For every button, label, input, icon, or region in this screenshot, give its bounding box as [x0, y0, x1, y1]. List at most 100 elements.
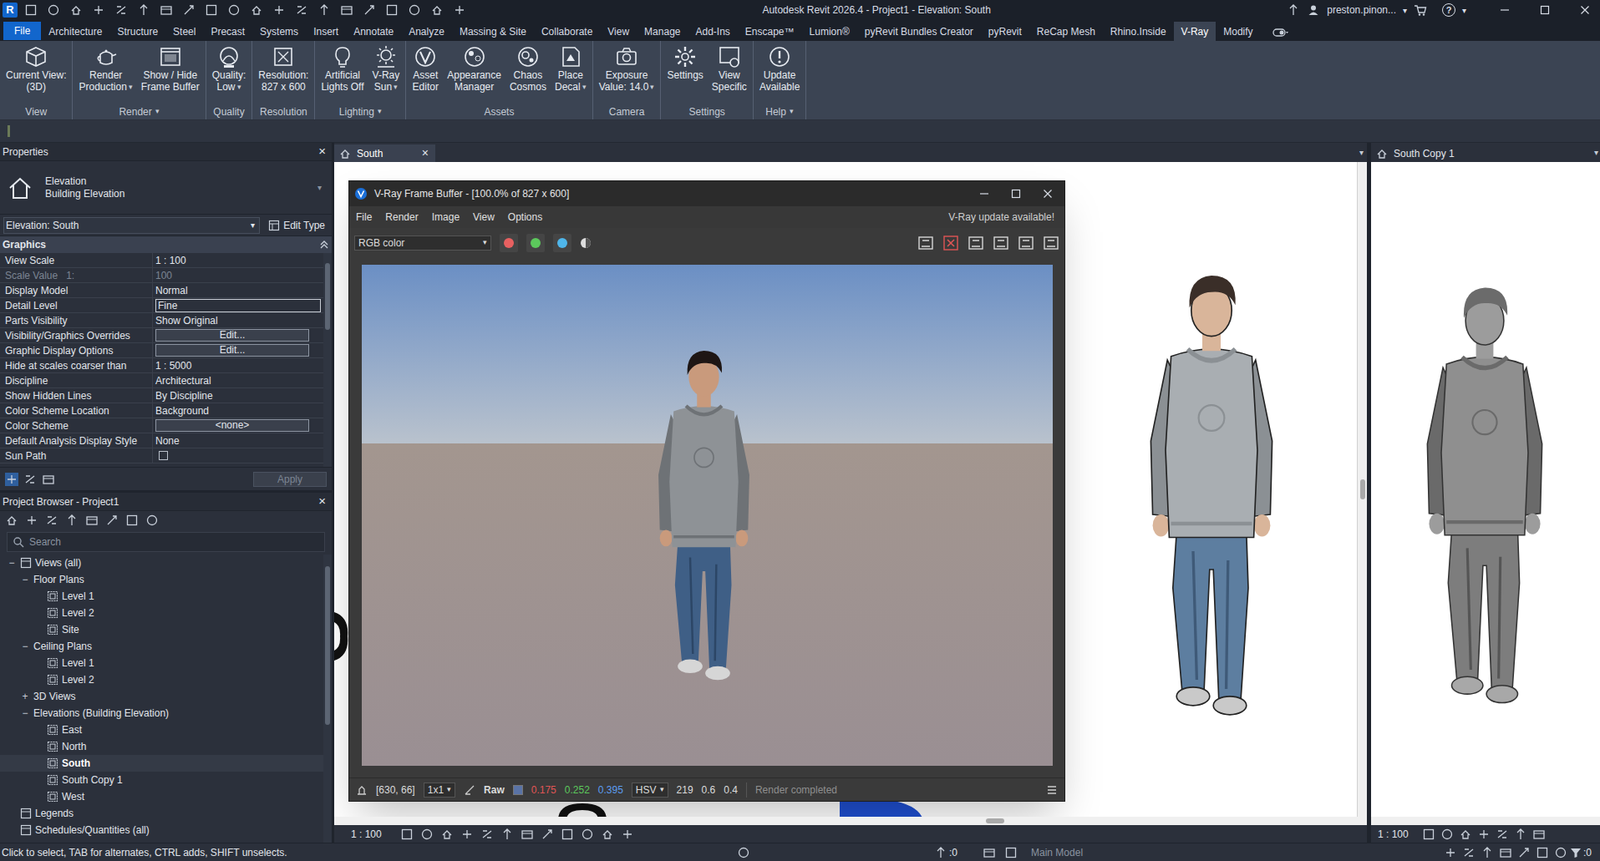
- render-icon[interactable]: [1042, 234, 1060, 252]
- search-box[interactable]: [6, 532, 326, 553]
- view-control-icon[interactable]: [500, 827, 514, 842]
- ribbon-tab-label[interactable]: pyRevit: [988, 24, 1022, 40]
- view-control-icon[interactable]: [1532, 827, 1546, 842]
- quick-access-tool-icon[interactable]: [407, 3, 422, 17]
- selection-filter-icon[interactable]: [1443, 846, 1458, 860]
- view-scale[interactable]: 1 : 100: [350, 827, 382, 843]
- panel-caret[interactable]: ▾: [155, 106, 160, 118]
- vertical-scrollbar[interactable]: [1356, 162, 1367, 818]
- ribbon-button[interactable]: Show / HideFrame Buffer: [137, 44, 204, 93]
- tree-item[interactable]: Level 1: [0, 655, 324, 672]
- ribbon-tab-body[interactable]: Collaborate: [533, 21, 600, 41]
- view-control-icon[interactable]: [560, 827, 574, 842]
- tree-item[interactable]: −Views (all): [0, 554, 324, 572]
- ribbon-tab-label[interactable]: Modify: [1223, 24, 1253, 40]
- ribbon-toggle-icon[interactable]: [1270, 24, 1290, 41]
- sphere-icon[interactable]: [216, 44, 242, 70]
- dropdown-caret[interactable]: ▾: [660, 784, 665, 797]
- dropdown-caret[interactable]: ▾: [446, 784, 452, 797]
- resolution-icon[interactable]: [270, 44, 296, 70]
- ribbon-tab[interactable]: pyRevit Bundles Creator: [857, 21, 981, 41]
- close-button[interactable]: ×: [314, 492, 330, 512]
- ribbon-tab-label[interactable]: Massing & Site: [459, 24, 527, 40]
- mono-icon[interactable]: [579, 237, 592, 249]
- tree-item[interactable]: −Floor Plans: [0, 571, 324, 589]
- person-figure[interactable]: [1397, 249, 1572, 743]
- property-value[interactable]: Fine: [152, 298, 324, 313]
- collapse-icon[interactable]: [319, 239, 330, 250]
- eyedropper-icon[interactable]: [463, 784, 476, 797]
- ribbon-tab[interactable]: Systems: [252, 21, 306, 41]
- ribbon-tab[interactable]: Precast: [203, 21, 253, 41]
- group-header[interactable]: Graphics: [0, 236, 332, 254]
- view-specific-icon[interactable]: [716, 44, 742, 70]
- ribbon-tab-label[interactable]: Rhino.Inside: [1110, 24, 1167, 40]
- view-scale[interactable]: 1 : 100: [1377, 827, 1409, 843]
- button-caret[interactable]: ▾: [393, 81, 398, 93]
- type-caret[interactable]: ▾: [317, 181, 327, 194]
- ribbon-button[interactable]: Quality:Low▾: [208, 44, 250, 93]
- quick-access-tool-icon[interactable]: [114, 3, 128, 17]
- ribbon-tab-label[interactable]: pyRevit Bundles Creator: [864, 24, 974, 40]
- property-button[interactable]: <none>: [155, 419, 310, 432]
- browser-tool-icon[interactable]: [65, 513, 79, 528]
- ribbon-tab-label[interactable]: File: [14, 23, 31, 39]
- browser-tool-icon[interactable]: [45, 513, 59, 528]
- property-button[interactable]: Edit...: [155, 344, 310, 357]
- update-notice[interactable]: V-Ray update available!: [948, 209, 1058, 225]
- ribbon-tab[interactable]: Collaborate: [533, 21, 600, 41]
- view-control-icon[interactable]: [580, 827, 595, 842]
- tree-item[interactable]: Legends: [0, 805, 324, 823]
- search-input[interactable]: [29, 534, 320, 550]
- quick-access-tool-icon[interactable]: [69, 3, 83, 17]
- ribbon-tab[interactable]: pyRevit: [980, 21, 1030, 41]
- property-value[interactable]: Edit...: [152, 343, 324, 358]
- view-control-icon[interactable]: [1440, 827, 1454, 842]
- decal-icon[interactable]: [558, 44, 584, 70]
- view-tab[interactable]: South×: [334, 144, 436, 163]
- design-option-icon[interactable]: [1004, 846, 1018, 860]
- tree-toggle[interactable]: −: [6, 555, 17, 571]
- scroll-thumb[interactable]: [1360, 479, 1366, 500]
- menu-item[interactable]: Render: [385, 209, 418, 225]
- ribbon-tab[interactable]: Lumion®: [802, 21, 858, 41]
- scrollbar[interactable]: [323, 554, 332, 844]
- ribbon-button[interactable]: ViewSpecific: [708, 44, 751, 93]
- minimize-icon[interactable]: [1498, 3, 1512, 17]
- view-tab-close[interactable]: ×: [419, 144, 432, 163]
- browser-tool-icon[interactable]: [105, 513, 119, 528]
- menu-item[interactable]: Options: [507, 209, 543, 225]
- help-button[interactable]: ?: [1442, 3, 1456, 17]
- ribbon-tab-label[interactable]: Collaborate: [541, 24, 593, 40]
- editable-icon[interactable]: [982, 846, 996, 860]
- teapot-icon[interactable]: [93, 44, 119, 70]
- ribbon-tab[interactable]: Analyze: [401, 21, 453, 41]
- ribbon-button[interactable]: PlaceDecal▾: [551, 44, 590, 93]
- ribbon-tab[interactable]: V-Ray: [1173, 21, 1217, 41]
- tree-item[interactable]: −Elevations (Building Elevation): [0, 705, 324, 722]
- tree-item[interactable]: East: [0, 721, 324, 739]
- view-control-icon[interactable]: [540, 827, 554, 842]
- ribbon-button[interactable]: ExposureValue: 14.0▾: [595, 44, 659, 93]
- worksets-icon[interactable]: [736, 846, 751, 860]
- spheres-icon[interactable]: [462, 44, 488, 70]
- quick-access-tool-icon[interactable]: [340, 3, 354, 17]
- tree-item[interactable]: Site: [0, 621, 324, 639]
- tree-item[interactable]: Level 2: [0, 671, 324, 689]
- log-icon[interactable]: [1046, 784, 1058, 797]
- ribbon-tab[interactable]: Enscape™: [737, 21, 803, 41]
- view-control-icon[interactable]: [1477, 827, 1491, 842]
- ribbon-tab-body[interactable]: Systems: [252, 21, 306, 41]
- view-tab-menu[interactable]: ▾: [1359, 146, 1364, 163]
- sun-icon[interactable]: [373, 44, 399, 70]
- ribbon-tab[interactable]: Architecture: [40, 21, 110, 41]
- clear-icon[interactable]: [942, 234, 960, 252]
- channel-dropdown[interactable]: RGB color▾: [354, 235, 492, 251]
- drawing-canvas[interactable]: [1371, 162, 1600, 818]
- quick-access-tool-icon[interactable]: [159, 3, 173, 17]
- view-control-icon[interactable]: [620, 827, 635, 842]
- ribbon-tab-body[interactable]: Add-Ins: [687, 21, 737, 41]
- button-caret[interactable]: ▾: [582, 81, 587, 93]
- view-control-icon[interactable]: [1458, 827, 1473, 842]
- view-control-icon[interactable]: [460, 827, 474, 842]
